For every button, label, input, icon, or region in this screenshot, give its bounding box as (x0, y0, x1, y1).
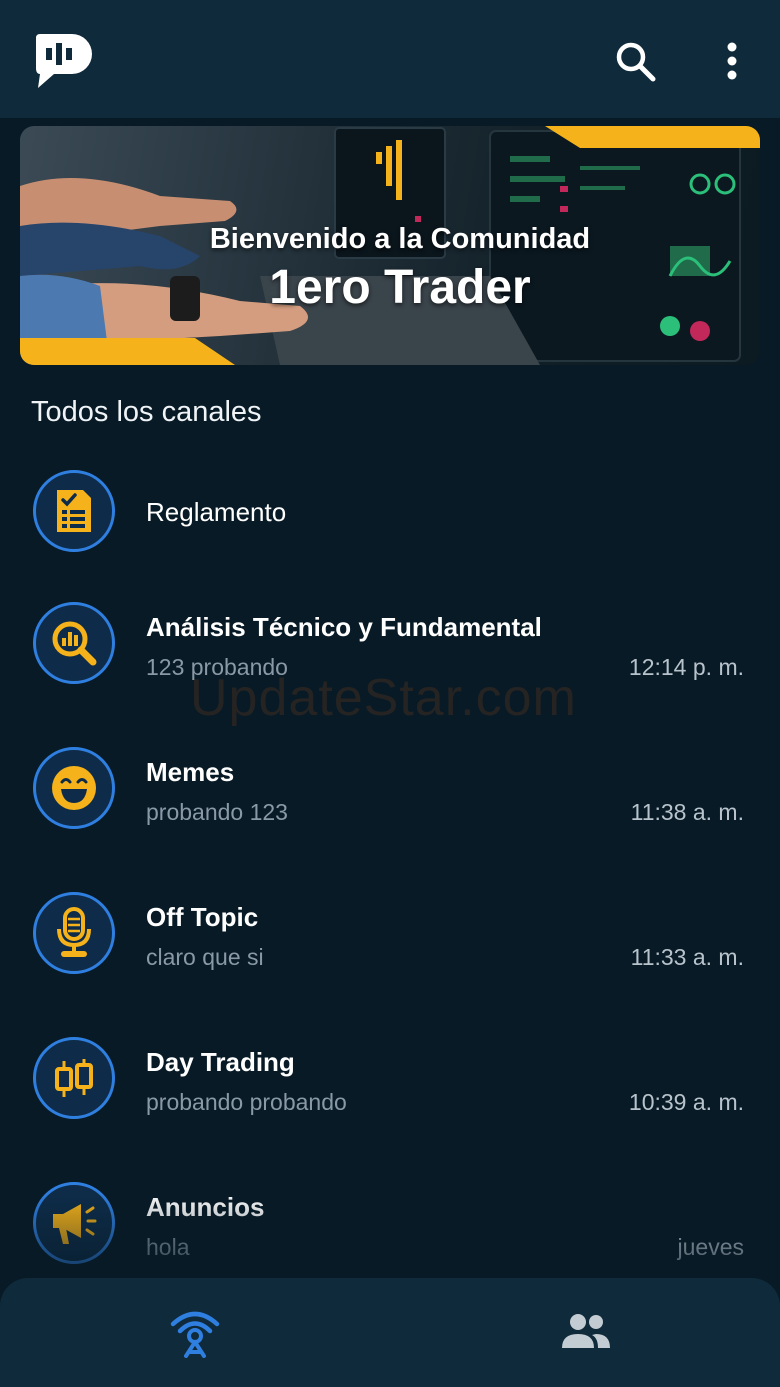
channel-item-reglamento[interactable]: Reglamento (0, 452, 780, 572)
channel-last-message: hola (146, 1234, 190, 1260)
more-vert-icon[interactable] (712, 38, 752, 86)
channel-avatar (33, 892, 115, 974)
channel-avatar (33, 602, 115, 684)
channel-timestamp: 11:33 a. m. (630, 944, 744, 970)
channel-name: Day Trading (146, 1047, 295, 1077)
channel-name: Memes (146, 757, 235, 787)
channel-last-message: claro que si (146, 944, 264, 970)
watermark: UpdateStar.com (190, 669, 577, 727)
app-bar (0, 0, 780, 118)
search-icon[interactable] (612, 38, 660, 86)
chat-bars-logo-icon[interactable] (32, 30, 92, 90)
channel-name: Análisis Técnico y Fundamental (146, 612, 542, 642)
candlestick-icon (55, 1059, 93, 1097)
channel-name: Off Topic (146, 902, 259, 932)
chart-magnifier-icon (52, 621, 97, 666)
channel-avatar (33, 1037, 115, 1119)
channel-timestamp: 10:39 a. m. (628, 1089, 744, 1115)
megaphone-icon (53, 1204, 97, 1244)
channel-item-off-topic[interactable]: Off Topic claro que si 11:33 a. m. (0, 888, 780, 1008)
broadcast-tower-icon[interactable] (165, 1308, 225, 1358)
channel-avatar (33, 1182, 115, 1264)
laughing-face-icon (52, 766, 96, 810)
bottom-navigation (0, 1278, 780, 1387)
channel-last-message: probando 123 (146, 799, 288, 825)
channel-name: Reglamento (146, 497, 287, 527)
welcome-banner[interactable]: Bienvenido a la Comunidad 1ero Trader (20, 126, 760, 365)
channel-avatar (33, 470, 115, 552)
channel-name: Anuncios (146, 1192, 265, 1222)
banner-community-name: 1ero Trader (269, 261, 531, 314)
group-icon[interactable] (558, 1310, 614, 1352)
checklist-icon (57, 490, 91, 532)
microphone-icon (57, 907, 91, 957)
channel-last-message: probando probando (146, 1089, 347, 1115)
channel-avatar (33, 747, 115, 829)
channel-item-memes[interactable]: Memes probando 123 11:38 a. m. (0, 743, 780, 863)
banner-welcome-text: Bienvenido a la Comunidad (209, 223, 591, 255)
channel-timestamp: jueves (677, 1234, 744, 1260)
channel-timestamp: 11:38 a. m. (630, 799, 744, 825)
channel-timestamp: 12:14 p. m. (628, 654, 744, 680)
section-title: Todos los canales (31, 396, 262, 428)
channel-item-day-trading[interactable]: Day Trading probando probando 10:39 a. m… (0, 1033, 780, 1153)
